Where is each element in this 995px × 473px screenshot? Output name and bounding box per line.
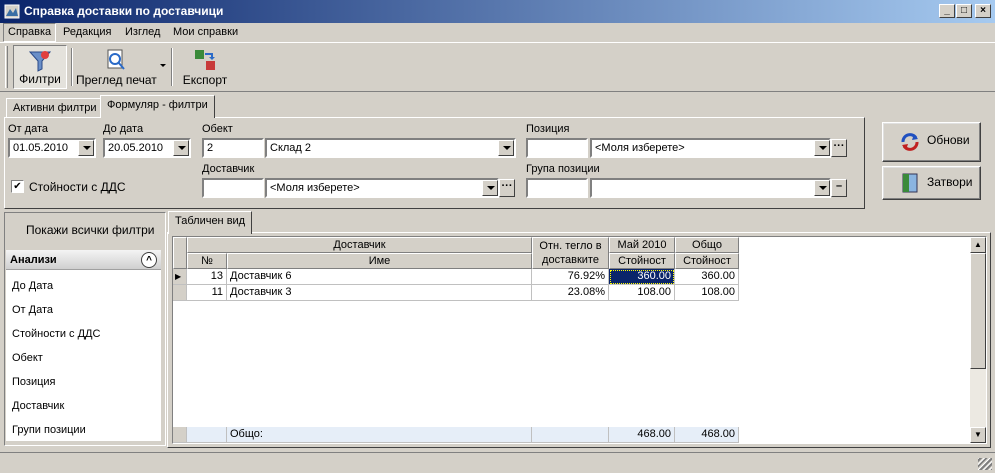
app-icon: [4, 4, 20, 19]
filters-button[interactable]: Филтри: [13, 45, 67, 89]
col-group-may: Май 2010: [609, 237, 675, 253]
footer-grand-total: 468.00: [675, 427, 739, 443]
vat-checkbox[interactable]: ✔: [11, 180, 24, 193]
side-item-vat[interactable]: Стойности с ДДС: [12, 328, 100, 340]
scroll-thumb[interactable]: [970, 253, 986, 369]
to-date-dropdown-icon[interactable]: [173, 140, 189, 156]
side-item-position[interactable]: Позиция: [12, 376, 56, 388]
footer-cell-share: [532, 427, 609, 443]
collapse-icon[interactable]: ^: [141, 252, 157, 268]
row-marker-icon: ▶: [173, 269, 187, 285]
maximize-button[interactable]: □: [956, 4, 972, 18]
table-cell-share[interactable]: 23.08%: [532, 285, 609, 301]
table-cell-no[interactable]: 13: [187, 269, 227, 285]
supplier-name-select[interactable]: <Моля изберете>: [265, 178, 499, 198]
object-dropdown-icon[interactable]: [498, 140, 514, 156]
menu-report[interactable]: Справка: [3, 23, 57, 42]
toolbar-separator: [171, 48, 173, 86]
tab-table-view[interactable]: Табличен вид: [168, 211, 253, 234]
vat-label: Стойности с ДДС: [29, 180, 126, 194]
close-button[interactable]: ×: [975, 4, 991, 18]
window-title: Справка доставки по доставчици: [24, 4, 224, 18]
scroll-up-icon[interactable]: ▲: [970, 237, 986, 253]
col-group-supplier: Доставчик: [187, 237, 532, 253]
group-name-select[interactable]: [590, 178, 831, 198]
filter-icon: [28, 51, 52, 72]
side-item-from-date[interactable]: От Дата: [12, 304, 53, 316]
export-button[interactable]: Експорт: [178, 45, 232, 89]
menu-view[interactable]: Изглед: [121, 23, 164, 42]
data-grid: Доставчик Отн. тегло в доставките Май 20…: [172, 236, 987, 444]
scroll-down-icon[interactable]: ▼: [970, 427, 986, 443]
table-cell-total[interactable]: 108.00: [675, 285, 739, 301]
tab-active-filters[interactable]: Активни филтри: [6, 98, 104, 118]
minimize-button[interactable]: _: [939, 4, 955, 18]
position-code-input[interactable]: [526, 138, 588, 158]
print-preview-dropdown-icon[interactable]: [160, 64, 166, 67]
col-share[interactable]: Отн. тегло в доставките: [532, 237, 609, 269]
resize-grip-icon[interactable]: [978, 458, 992, 470]
show-all-filters-link[interactable]: Покажи всички филтри: [26, 223, 154, 237]
refresh-icon: [901, 133, 919, 151]
side-item-object[interactable]: Обект: [12, 352, 43, 364]
table-cell-may[interactable]: 108.00: [609, 285, 675, 301]
row-indicator: [173, 285, 187, 301]
export-icon: [195, 50, 215, 70]
refresh-button[interactable]: Обнови: [882, 122, 981, 162]
from-date-dropdown-icon[interactable]: [78, 140, 94, 156]
supplier-label: Доставчик: [202, 163, 255, 175]
table-cell-may-selected[interactable]: 360.00: [609, 269, 675, 285]
object-code-input[interactable]: 2: [202, 138, 264, 158]
row-indicator-header: [173, 237, 187, 269]
close-form-button[interactable]: Затвори: [882, 166, 981, 200]
exit-door-icon: [902, 173, 918, 193]
supplier-code-input[interactable]: [202, 178, 264, 198]
toolbar-grip[interactable]: [5, 46, 8, 88]
object-label: Обект: [202, 123, 233, 135]
footer-indicator: [173, 427, 187, 443]
supplier-browse-button[interactable]: ···: [499, 179, 515, 197]
footer-cell-no: [187, 427, 227, 443]
menu-edit[interactable]: Редакция: [59, 23, 115, 42]
supplier-dropdown-icon[interactable]: [482, 180, 498, 196]
to-date-label: До дата: [103, 123, 144, 135]
col-name[interactable]: Име: [227, 253, 532, 269]
position-browse-button[interactable]: ···: [831, 139, 847, 157]
tab-filter-form[interactable]: Формуляр - филтри: [100, 95, 215, 118]
table-cell-name[interactable]: Доставчик 6: [227, 269, 532, 285]
print-preview-button[interactable]: Преглед печат: [76, 45, 157, 89]
analyses-section-title: Анализи: [10, 254, 57, 266]
table-cell-name[interactable]: Доставчик 3: [227, 285, 532, 301]
col-group-total: Общо: [675, 237, 739, 253]
position-label: Позиция: [526, 123, 570, 135]
col-no[interactable]: №: [187, 253, 227, 269]
col-total-value[interactable]: Стойност: [675, 253, 739, 269]
position-name-select[interactable]: <Моля изберете>: [590, 138, 831, 158]
toolbar-separator: [71, 48, 73, 86]
footer-label: Общо:: [227, 427, 532, 443]
menu-my-reports[interactable]: Мои справки: [169, 23, 242, 42]
table-cell-total[interactable]: 360.00: [675, 269, 739, 285]
status-bar: [0, 452, 995, 473]
print-preview-icon: [107, 49, 125, 70]
object-name-select[interactable]: Склад 2: [265, 138, 516, 158]
side-item-to-date[interactable]: До Дата: [12, 280, 53, 292]
footer-may-total: 468.00: [609, 427, 675, 443]
side-item-groups[interactable]: Групи позиции: [12, 424, 86, 436]
table-cell-no[interactable]: 11: [187, 285, 227, 301]
col-may-value[interactable]: Стойност: [609, 253, 675, 269]
from-date-label: От дата: [8, 123, 48, 135]
side-item-supplier[interactable]: Доставчик: [12, 400, 64, 412]
group-label: Група позиции: [526, 163, 600, 175]
position-dropdown-icon[interactable]: [814, 140, 830, 156]
group-code-input[interactable]: [526, 178, 588, 198]
table-cell-share[interactable]: 76.92%: [532, 269, 609, 285]
group-clear-button[interactable]: –: [831, 179, 847, 197]
group-dropdown-icon[interactable]: [814, 180, 830, 196]
